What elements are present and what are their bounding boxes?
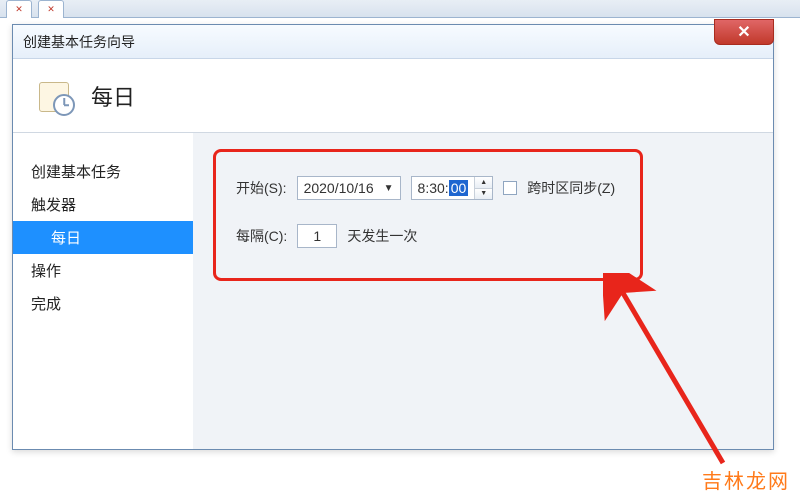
interval-label: 每隔(C): <box>236 226 287 246</box>
tab-close-icon[interactable]: ✕ <box>15 5 23 14</box>
tab-close-icon[interactable]: ✕ <box>47 5 55 14</box>
dropdown-caret-icon: ▼ <box>384 183 394 194</box>
sync-timezone-checkbox[interactable] <box>503 181 517 195</box>
time-value: 8:30:00 <box>412 177 475 199</box>
spinner-down-icon[interactable]: ▼ <box>475 189 492 200</box>
annotation-arrow-icon <box>603 273 753 473</box>
time-prefix: 8:30: <box>418 180 449 196</box>
wizard-header: 每日 <box>13 59 773 133</box>
wizard-steps-sidebar: 创建基本任务 触发器 每日 操作 完成 <box>13 133 193 449</box>
page-title: 每日 <box>91 80 135 112</box>
sidebar-item-action[interactable]: 操作 <box>13 254 193 287</box>
close-icon: ✕ <box>737 22 750 42</box>
annotation-highlight-box: 开始(S): 2020/10/16 ▼ 8:30:00 ▲ ▼ <box>213 149 643 281</box>
sidebar-item-finish[interactable]: 完成 <box>13 287 193 320</box>
wizard-window: 创建基本任务向导 ✕ 每日 创建基本任务 触发器 每日 操作 完成 <box>12 24 774 450</box>
screenshot-container: ✕ ✕ 创建基本任务向导 ✕ 每日 创建基本任务 触发器 每日 操作 完成 <box>0 0 800 500</box>
start-label: 开始(S): <box>236 178 287 198</box>
wizard-body: 创建基本任务 触发器 每日 操作 完成 开始(S): 2020/10/16 ▼ <box>13 133 773 449</box>
start-row: 开始(S): 2020/10/16 ▼ 8:30:00 ▲ ▼ <box>236 176 620 200</box>
schedule-icon <box>35 76 75 116</box>
close-button[interactable]: ✕ <box>714 19 774 45</box>
interval-row: 每隔(C): 1 天发生一次 <box>236 224 620 248</box>
browser-tab[interactable]: ✕ <box>6 0 32 18</box>
sidebar-item-daily[interactable]: 每日 <box>13 221 193 254</box>
outer-tab-strip: ✕ ✕ <box>0 0 800 18</box>
sidebar-item-create-basic[interactable]: 创建基本任务 <box>13 155 193 188</box>
interval-days-input[interactable]: 1 <box>297 224 337 248</box>
sync-timezone-label: 跨时区同步(Z) <box>527 178 615 198</box>
window-title: 创建基本任务向导 <box>23 32 135 52</box>
date-value: 2020/10/16 <box>304 180 374 196</box>
time-seconds-selected: 00 <box>449 180 469 196</box>
interval-suffix: 天发生一次 <box>347 226 417 246</box>
time-spinner[interactable]: ▲ ▼ <box>474 177 492 199</box>
browser-tab[interactable]: ✕ <box>38 0 64 18</box>
watermark-text: 吉林龙网 <box>702 465 790 494</box>
spinner-up-icon[interactable]: ▲ <box>475 177 492 189</box>
wizard-main-panel: 开始(S): 2020/10/16 ▼ 8:30:00 ▲ ▼ <box>193 133 773 449</box>
start-date-picker[interactable]: 2020/10/16 ▼ <box>297 176 401 200</box>
sidebar-item-trigger[interactable]: 触发器 <box>13 188 193 221</box>
start-time-picker[interactable]: 8:30:00 ▲ ▼ <box>411 176 494 200</box>
titlebar: 创建基本任务向导 ✕ <box>13 25 773 59</box>
